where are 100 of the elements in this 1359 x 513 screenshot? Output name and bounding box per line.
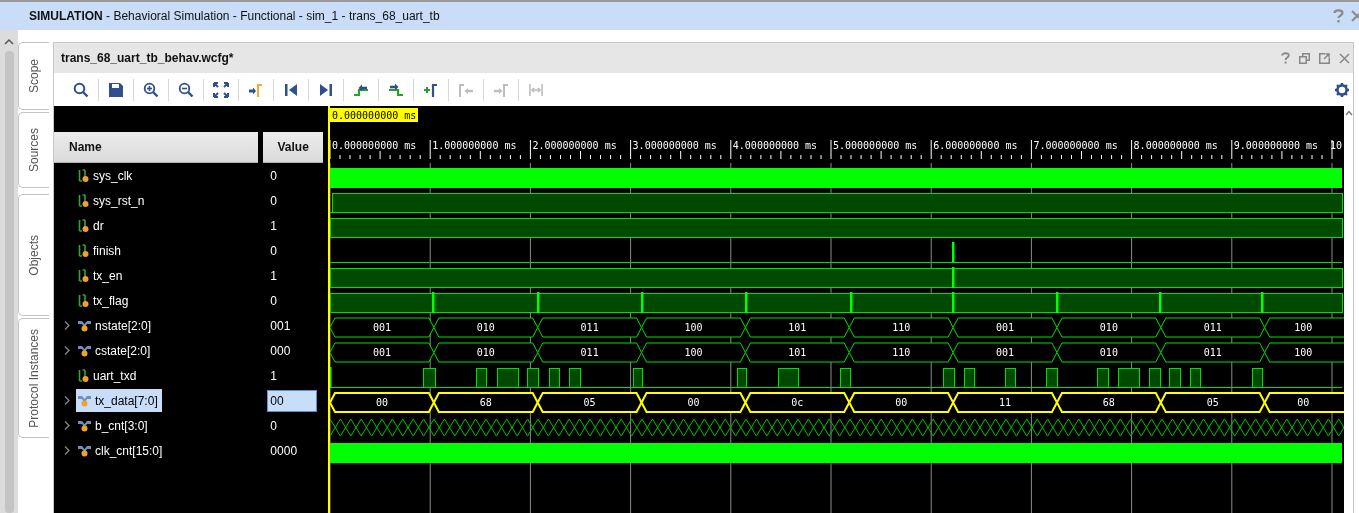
ruler-label: 4.000000000 ms (732, 140, 818, 151)
signal-value: 001 (269, 317, 292, 335)
save-icon[interactable] (108, 81, 124, 98)
ruler-label: 7.000000000 ms (1033, 140, 1118, 151)
signal-value: 1 (269, 367, 279, 385)
restore-icon[interactable] (1299, 52, 1310, 64)
side-tab[interactable]: Scope (18, 42, 49, 110)
bus-signal-icon (78, 444, 91, 457)
bus-segment: 110 (848, 317, 954, 338)
bit-signal-icon (78, 193, 89, 208)
bus-segment: 00 (640, 392, 747, 413)
signal-value: 0 (269, 192, 279, 210)
bus-segment: 010 (433, 342, 539, 363)
ruler-label: 8.000000000 ms (1133, 140, 1218, 151)
chevron-icon[interactable] (64, 446, 70, 455)
bit-signal-icon (78, 268, 89, 283)
search-icon[interactable] (73, 81, 89, 98)
ruler-label: 2.000000000 ms (532, 140, 617, 151)
bus-segment: 11 (951, 392, 1059, 413)
scroll-up-icon[interactable] (4, 38, 14, 45)
chevron-icon[interactable] (64, 346, 70, 355)
bus-segment: 100 (641, 317, 746, 338)
bus-segment: 011 (537, 342, 643, 363)
bus-segment: 001 (329, 317, 435, 338)
ruler-label: 1.000000000 ms (432, 140, 517, 151)
signal-value: 1 (269, 267, 279, 285)
chevron-icon[interactable] (64, 396, 70, 405)
expand-arrows-icon[interactable] (213, 81, 229, 98)
marker-icon[interactable] (248, 81, 264, 98)
bus-segment: 68 (1055, 392, 1162, 413)
bit-signal-icon (78, 368, 89, 383)
help-icon[interactable] (1333, 9, 1344, 23)
signal-value: 0 (269, 242, 279, 260)
bus-signal-icon (78, 419, 91, 432)
bus-segment: 100 (1264, 342, 1344, 363)
scrollbar[interactable] (1344, 106, 1353, 513)
skip-back-icon[interactable] (283, 81, 299, 98)
bus-segment: 00 (1263, 392, 1344, 413)
ruler-label: 5.000000000 ms (833, 140, 918, 151)
bit-signal-icon (78, 168, 89, 183)
cursor-time-label: 0.000000000 ms (330, 108, 418, 122)
column-header[interactable]: Name (54, 132, 259, 163)
close-icon[interactable] (1339, 52, 1350, 64)
bus-segment: 101 (744, 317, 850, 338)
step-edge-icon[interactable] (388, 81, 404, 98)
bus-segment: 0c (744, 392, 851, 413)
scroll-up-icon[interactable] (1344, 110, 1353, 116)
bus-signal-icon (78, 344, 91, 357)
bus-signal-icon (78, 319, 91, 332)
window-title: SIMULATION - Behavioral Simulation - Functional - sim_1 - trans_68_uart_tb (29, 9, 440, 23)
bit-signal-icon (78, 243, 89, 258)
signal-name[interactable]: finish (93, 243, 121, 258)
signal-value: 0 (269, 292, 279, 310)
bus-segment: 100 (1264, 317, 1344, 338)
bit-signal-icon (78, 218, 89, 233)
side-tab[interactable]: Sources (18, 112, 49, 188)
signal-name[interactable]: nstate[2:0] (95, 318, 152, 333)
help-icon[interactable] (1281, 52, 1290, 64)
close-icon[interactable] (1351, 10, 1359, 22)
bus-segment: 00 (328, 392, 435, 413)
ruler-label: 3.000000000 ms (632, 140, 717, 151)
chevron-icon[interactable] (64, 421, 70, 430)
bit-signal-icon (78, 293, 89, 308)
scrollbar-thumb[interactable] (4, 51, 14, 513)
bus-segment: 011 (537, 317, 643, 338)
bus-segment: 011 (1160, 317, 1266, 338)
side-tab[interactable]: Protocol Instances (18, 318, 49, 438)
scrollbar[interactable] (3, 38, 15, 513)
signal-name[interactable]: dr (93, 218, 104, 233)
signal-value: 1 (269, 217, 279, 235)
skip-forward-icon[interactable] (318, 81, 334, 98)
bus-segment: 001 (329, 342, 435, 363)
bus-segment: 05 (1159, 392, 1266, 413)
signal-value: 00 (267, 389, 318, 412)
signal-name[interactable]: sys_rst_n (93, 193, 145, 208)
settings-icon[interactable] (1335, 82, 1349, 97)
bus-segment: 101 (744, 342, 850, 363)
signal-name[interactable]: tx_en (93, 268, 123, 283)
bus-signal-icon (78, 394, 91, 407)
zoom-out-icon[interactable] (178, 81, 194, 98)
signal-name[interactable]: cstate[2:0] (95, 343, 151, 358)
bus-segment: 010 (1056, 317, 1162, 338)
popout-icon[interactable] (1319, 52, 1330, 64)
chevron-icon[interactable] (64, 321, 70, 330)
side-tab[interactable]: Objects (18, 194, 49, 316)
bus-segment: 05 (536, 392, 643, 413)
signal-name[interactable]: b_cnt[3:0] (95, 418, 148, 433)
signal-name[interactable]: tx_flag (93, 293, 129, 308)
ruler-label: 0.000000000 ms (332, 140, 417, 151)
zoom-in-icon[interactable] (143, 81, 159, 98)
signal-name[interactable]: clk_cnt[15:0] (95, 443, 163, 458)
bus-segment: 010 (1056, 342, 1162, 363)
signal-value: 0 (269, 417, 279, 435)
signal-name[interactable]: uart_txd (93, 368, 137, 383)
ruler-label: 6.000000000 ms (933, 140, 1018, 151)
signal-value: 0000 (269, 442, 299, 460)
signal-value: 000 (269, 342, 292, 360)
marker-icon[interactable] (423, 81, 439, 98)
signal-name[interactable]: sys_clk (93, 168, 133, 183)
column-header[interactable]: Value (263, 132, 323, 163)
